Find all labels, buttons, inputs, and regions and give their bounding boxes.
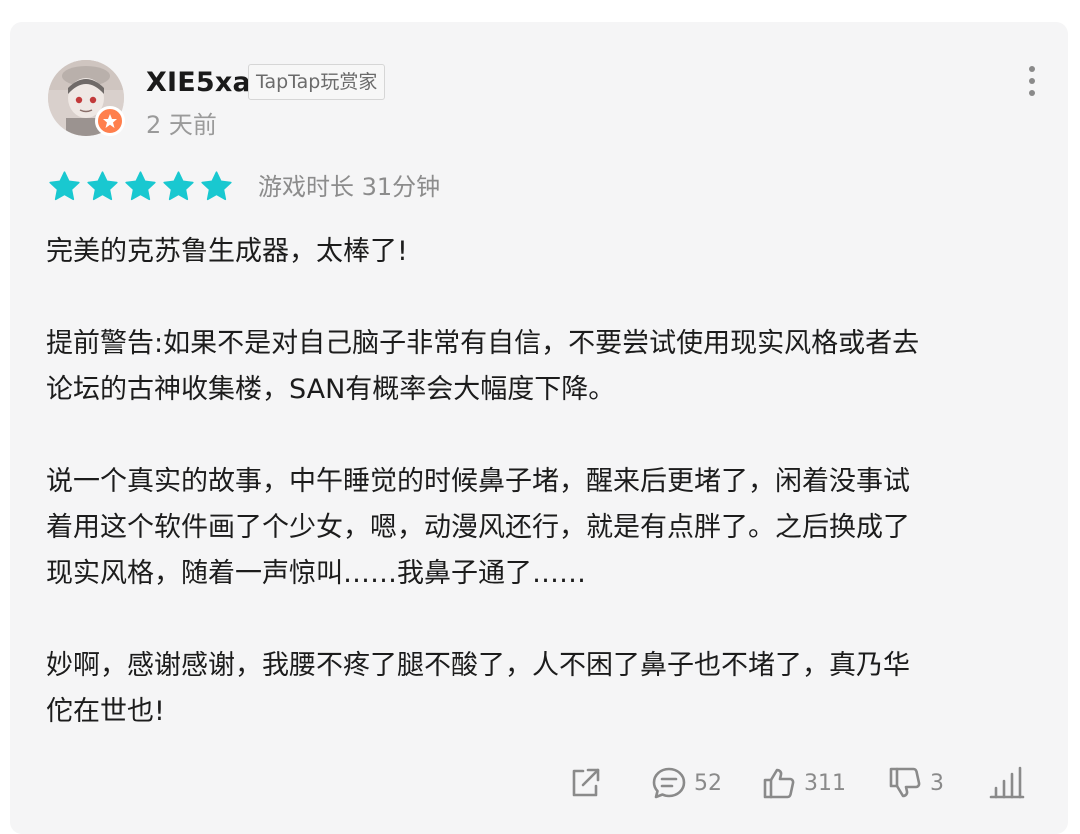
review-line: 说一个真实的故事，中午睡觉的时候鼻子堵，醒来后更堵了，闲着没事试 [46,466,910,497]
star-icon [125,171,156,201]
rating-stars [48,170,233,203]
share-icon [572,768,600,797]
post-time: 2 天前 [146,111,217,139]
vip-badge-icon [95,106,125,136]
like-button[interactable]: 311 [760,755,846,811]
review-line: 提前警告:如果不是对自己脑子非常有自信，不要尝试使用现实风格或者去 [46,328,920,359]
star-icon [201,171,232,201]
review-line: 现实风格，随着一声惊叫……我鼻子通了…… [46,558,586,589]
thumbs-up-icon [763,768,795,799]
review-line: 完美的克苏鲁生成器，太棒了! [46,236,408,267]
review-paragraph: 提前警告:如果不是对自己脑子非常有自信，不要尝试使用现实风格或者去 论坛的古神收集… [46,321,1036,413]
review-paragraph: 说一个真实的故事，中午睡觉的时候鼻子堵，醒来后更堵了，闲着没事试 着用这个软件画了… [46,459,1036,597]
review-content: 完美的克苏鲁生成器，太棒了! 提前警告:如果不是对自己脑子非常有自信，不要尝试使用… [46,229,1036,781]
star-icon [49,171,80,201]
comment-count: 52 [694,770,722,796]
review-paragraph: 妙啊，感谢感谢，我腰不疼了腿不酸了，人不困了鼻子也不堵了，真乃华 佗在世也! [46,643,1036,735]
more-options-icon[interactable] [1020,64,1044,98]
review-line: 论坛的古神收集楼，SAN有概率会大幅度下降。 [46,374,616,405]
star-icon [163,171,194,201]
user-tag: TapTap玩赏家 [248,64,386,100]
review-line: 着用这个软件画了个少女，嗯，动漫风还行，就是有点胖了。之后换成了 [46,512,910,543]
dislike-button[interactable]: 3 [886,755,944,811]
comment-icon [652,767,686,799]
comment-button[interactable]: 52 [650,755,722,811]
like-count: 311 [804,770,846,796]
username[interactable]: XIE5xa [146,63,251,103]
dislike-count: 3 [930,770,944,796]
share-button[interactable] [566,755,604,811]
stats-button[interactable] [988,755,1026,811]
review-line: 妙啊，感谢感谢，我腰不疼了腿不酸了，人不困了鼻子也不堵了，真乃华 [46,650,910,681]
review-paragraph: 完美的克苏鲁生成器，太棒了! [46,229,1036,275]
thumbs-down-icon [889,767,921,798]
review-line: 佗在世也! [46,696,165,727]
action-bar: 52 311 3 [0,755,1080,811]
bar-chart-icon [989,766,1025,799]
play-time: 游戏时长 31分钟 [258,173,441,201]
star-icon [87,171,118,201]
